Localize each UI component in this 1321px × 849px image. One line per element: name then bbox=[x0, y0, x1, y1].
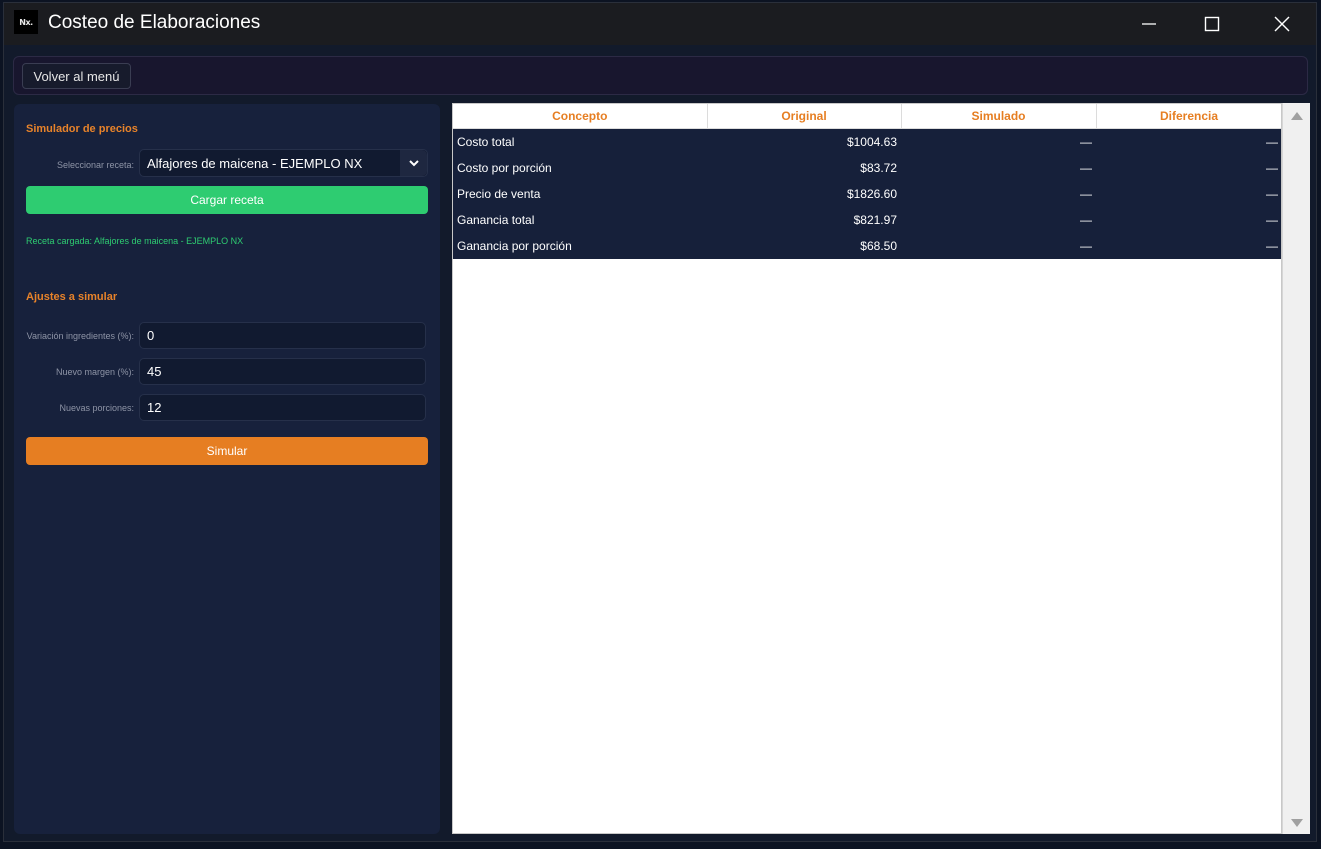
close-button[interactable] bbox=[1252, 3, 1312, 45]
top-toolbar: Volver al menú bbox=[13, 56, 1308, 95]
ingredient-variation-label: Variación ingredientes (%): bbox=[26, 331, 134, 341]
cell-concepto: Ganancia total bbox=[453, 207, 707, 233]
simulate-button[interactable]: Simular bbox=[26, 437, 428, 465]
cell-original: $1826.60 bbox=[707, 181, 901, 207]
recipe-select[interactable]: Alfajores de maicena - EJEMPLO NX bbox=[139, 149, 428, 177]
table-row[interactable]: Ganancia total $821.97 — — bbox=[453, 207, 1281, 233]
title-bar: Nx. Costeo de Elaboraciones bbox=[4, 3, 1316, 45]
adjustments-section-title: Ajustes a simular bbox=[26, 291, 118, 303]
cell-diferencia: — bbox=[1096, 181, 1281, 207]
column-header-simulado[interactable]: Simulado bbox=[901, 104, 1097, 129]
cell-diferencia: — bbox=[1096, 233, 1281, 259]
cell-simulado: — bbox=[901, 207, 1096, 233]
results-table-panel: Concepto Original Simulado Diferencia Co… bbox=[452, 103, 1282, 834]
cell-concepto: Precio de venta bbox=[453, 181, 707, 207]
simulator-panel: Simulador de precios Seleccionar receta:… bbox=[14, 104, 440, 834]
load-recipe-button[interactable]: Cargar receta bbox=[26, 186, 428, 214]
column-header-diferencia[interactable]: Diferencia bbox=[1096, 104, 1281, 129]
ingredient-variation-input[interactable]: 0 bbox=[139, 322, 426, 349]
scroll-down-arrow-icon[interactable] bbox=[1291, 818, 1303, 828]
cell-concepto: Ganancia por porción bbox=[453, 233, 707, 259]
scroll-up-arrow-icon[interactable] bbox=[1291, 111, 1303, 121]
cell-simulado: — bbox=[901, 155, 1096, 181]
minimize-icon bbox=[1142, 23, 1156, 25]
cell-concepto: Costo por porción bbox=[453, 155, 707, 181]
cell-diferencia: — bbox=[1096, 155, 1281, 181]
chevron-down-icon[interactable] bbox=[400, 150, 427, 176]
back-to-menu-button[interactable]: Volver al menú bbox=[22, 63, 131, 89]
cell-original: $1004.63 bbox=[707, 128, 901, 155]
column-header-concepto[interactable]: Concepto bbox=[453, 104, 708, 129]
table-row[interactable]: Costo por porción $83.72 — — bbox=[453, 155, 1281, 181]
cell-simulado: — bbox=[901, 181, 1096, 207]
cell-simulado: — bbox=[901, 233, 1096, 259]
app-window: Nx. Costeo de Elaboraciones Volver al me… bbox=[3, 2, 1317, 842]
column-header-original[interactable]: Original bbox=[707, 104, 902, 129]
cell-original: $68.50 bbox=[707, 233, 901, 259]
app-logo: Nx. bbox=[14, 10, 38, 34]
table-row[interactable]: Precio de venta $1826.60 — — bbox=[453, 181, 1281, 207]
cell-original: $821.97 bbox=[707, 207, 901, 233]
simulator-section-title: Simulador de precios bbox=[26, 123, 138, 135]
maximize-button[interactable] bbox=[1182, 3, 1242, 45]
select-recipe-label: Seleccionar receta: bbox=[56, 160, 134, 170]
results-table: Concepto Original Simulado Diferencia Co… bbox=[453, 104, 1281, 259]
cell-concepto: Costo total bbox=[453, 128, 707, 155]
vertical-scrollbar[interactable] bbox=[1282, 103, 1310, 834]
new-margin-input[interactable]: 45 bbox=[139, 358, 426, 385]
new-margin-label: Nuevo margen (%): bbox=[55, 367, 134, 377]
close-icon bbox=[1274, 16, 1290, 32]
table-header-row: Concepto Original Simulado Diferencia bbox=[453, 104, 1281, 129]
cell-simulado: — bbox=[901, 128, 1096, 155]
status-message: Receta cargada: Alfajores de maicena - E… bbox=[26, 236, 244, 246]
cell-diferencia: — bbox=[1096, 207, 1281, 233]
new-portions-label: Nuevas porciones: bbox=[59, 403, 134, 413]
recipe-select-value: Alfajores de maicena - EJEMPLO NX bbox=[147, 156, 363, 171]
cell-original: $83.72 bbox=[707, 155, 901, 181]
window-title: Costeo de Elaboraciones bbox=[48, 12, 261, 33]
table-row[interactable]: Ganancia por porción $68.50 — — bbox=[453, 233, 1281, 259]
new-portions-input[interactable]: 12 bbox=[139, 394, 426, 421]
maximize-icon bbox=[1204, 16, 1220, 32]
table-row[interactable]: Costo total $1004.63 — — bbox=[453, 128, 1281, 155]
cell-diferencia: — bbox=[1096, 128, 1281, 155]
minimize-button[interactable] bbox=[1119, 3, 1179, 45]
